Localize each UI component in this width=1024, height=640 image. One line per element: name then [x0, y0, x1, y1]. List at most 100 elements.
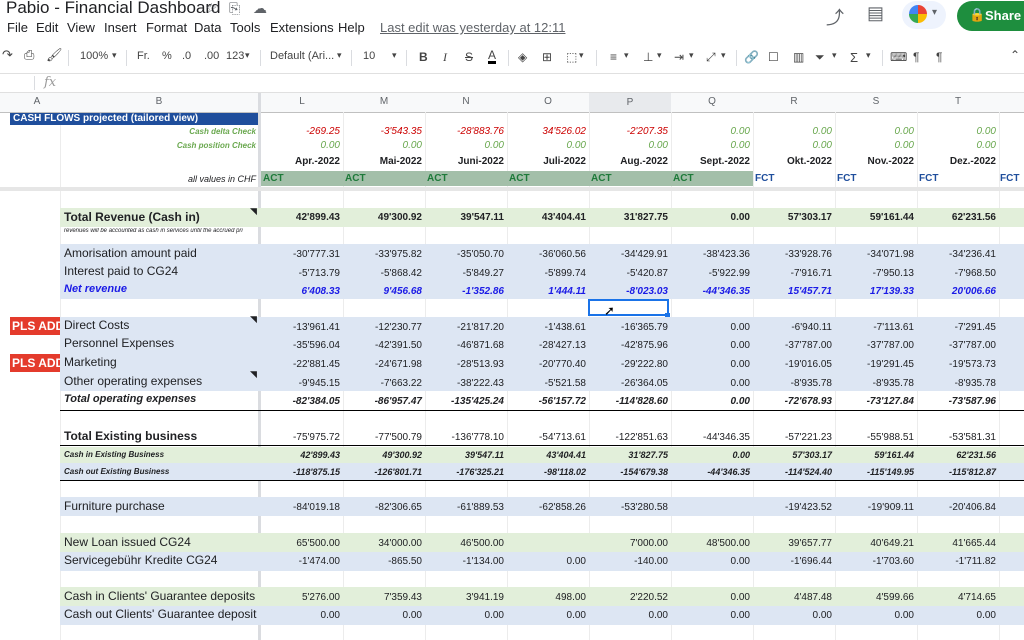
value-cell[interactable]: -24'671.98: [344, 359, 422, 370]
cash-delta-value[interactable]: 0.00: [672, 126, 750, 137]
cloud-status-icon[interactable]: ☁: [253, 0, 267, 17]
column-header-a[interactable]: A: [14, 96, 60, 107]
menu-data[interactable]: Data: [194, 20, 221, 35]
bold-button[interactable]: B: [419, 50, 428, 64]
vertical-align-icon[interactable]: ⊥: [643, 50, 653, 64]
value-cell[interactable]: -46'871.68: [426, 340, 504, 351]
value-cell[interactable]: 17'139.33: [836, 286, 914, 297]
freeze-row-divider[interactable]: [0, 187, 1024, 191]
value-cell[interactable]: -19'573.73: [918, 359, 996, 370]
font-select[interactable]: Default (Ari...: [270, 50, 334, 62]
cash-delta-value[interactable]: 0.00: [836, 126, 914, 137]
column-header-s[interactable]: S: [835, 96, 917, 107]
value-cell[interactable]: -26'364.05: [590, 378, 668, 389]
month-header[interactable]: Sept.-2022: [672, 156, 750, 167]
value-cell[interactable]: -28'513.93: [426, 359, 504, 370]
menu-insert[interactable]: Insert: [104, 20, 137, 35]
value-cell[interactable]: -12'230.77: [344, 322, 422, 333]
row-label[interactable]: Other operating expenses: [64, 374, 202, 388]
share-button[interactable]: 🔒 Share: [957, 1, 1024, 31]
text-rotation-icon[interactable]: ⤢: [706, 50, 716, 65]
value-cell[interactable]: -7'113.61: [836, 322, 914, 333]
value-cell[interactable]: 9'456.68: [344, 286, 422, 297]
cash-delta-value[interactable]: 34'526.02: [508, 126, 586, 137]
cash-position-value[interactable]: 0.00: [262, 140, 340, 151]
value-cell[interactable]: -5'868.42: [344, 268, 422, 279]
column-header-q[interactable]: Q: [671, 96, 753, 107]
cash-delta-value[interactable]: 0.00: [754, 126, 832, 137]
value-cell[interactable]: -9'945.15: [262, 378, 340, 389]
act-label[interactable]: ACT: [591, 173, 612, 184]
insert-comment-icon[interactable]: ☐: [768, 50, 779, 64]
text-color-button[interactable]: A: [488, 49, 497, 64]
table-row-total-existing[interactable]: Total Existing business -75'975.72 -77'5…: [60, 428, 1024, 446]
table-row-cash-in-existing[interactable]: Cash in Existing Business 42'899.43 49'3…: [60, 447, 1024, 463]
document-title[interactable]: Pabio - Financial Dashboard: [6, 0, 221, 18]
cash-position-value[interactable]: 0.00: [754, 140, 832, 151]
value-cell[interactable]: 1'444.11: [508, 286, 586, 297]
value-cell[interactable]: -22'881.45: [262, 359, 340, 370]
row-label[interactable]: Direct Costs: [64, 318, 129, 332]
value-cell[interactable]: -29'222.80: [590, 359, 668, 370]
month-header[interactable]: Dez.-2022: [918, 156, 996, 167]
table-row-total-opex[interactable]: Total operating expenses -82'384.05 -86'…: [60, 392, 1024, 410]
value-cell[interactable]: -20'770.40: [508, 359, 586, 370]
table-row-service-fee[interactable]: Servicegebühr Kredite CG24 -1'474.00 -86…: [60, 552, 1024, 571]
value-cell[interactable]: -7'968.50: [918, 268, 996, 279]
percent-format-button[interactable]: %: [162, 50, 172, 62]
row-label[interactable]: Interest paid to CG24: [64, 264, 178, 278]
cash-delta-value[interactable]: 0.00: [918, 126, 996, 137]
decrease-decimal-button[interactable]: .0: [182, 50, 191, 62]
value-cell[interactable]: -8'935.78: [754, 378, 832, 389]
value-cell[interactable]: -33'975.82: [344, 249, 422, 260]
filter-icon[interactable]: ⏷: [815, 50, 825, 65]
menu-tools[interactable]: Tools: [230, 20, 260, 35]
column-header-b[interactable]: B: [60, 96, 258, 107]
value-cell[interactable]: -5'521.58: [508, 378, 586, 389]
menu-file[interactable]: File: [7, 20, 28, 35]
value-cell[interactable]: -28'427.13: [508, 340, 586, 351]
row-label[interactable]: Amorisation amount paid: [64, 246, 197, 260]
month-header[interactable]: Juni-2022: [426, 156, 504, 167]
value-cell[interactable]: -1'352.86: [426, 286, 504, 297]
value-cell[interactable]: -35'596.04: [262, 340, 340, 351]
menu-extensions[interactable]: Extensions: [270, 20, 334, 35]
value-cell[interactable]: -5'899.74: [508, 268, 586, 279]
value-cell[interactable]: -6'940.11: [754, 322, 832, 333]
cash-position-value[interactable]: 0.00: [426, 140, 504, 151]
move-icon[interactable]: ⎘: [229, 0, 240, 17]
act-label[interactable]: ACT: [345, 173, 366, 184]
menu-format[interactable]: Format: [146, 20, 187, 35]
section-title-cell[interactable]: CASH FLOWS projected (tailored view): [10, 113, 258, 125]
insert-link-icon[interactable]: 🔗: [744, 50, 759, 64]
value-cell[interactable]: 0.00: [672, 322, 750, 333]
value-cell[interactable]: -33'928.76: [754, 249, 832, 260]
value-cell[interactable]: -7'950.13: [836, 268, 914, 279]
print-icon[interactable]: ⎙: [24, 47, 34, 63]
menu-view[interactable]: View: [67, 20, 95, 35]
italic-button[interactable]: I: [443, 50, 447, 65]
month-header[interactable]: Nov.-2022: [836, 156, 914, 167]
value-cell[interactable]: -37'787.00: [918, 340, 996, 351]
star-icon[interactable]: ☆: [205, 0, 218, 17]
value-cell[interactable]: -37'787.00: [754, 340, 832, 351]
value-cell[interactable]: -21'817.20: [426, 322, 504, 333]
row-label[interactable]: Net revenue: [64, 283, 127, 295]
value-cell[interactable]: -13'961.41: [262, 322, 340, 333]
cash-delta-value[interactable]: -3'543.35: [344, 126, 422, 137]
value-cell[interactable]: -36'060.56: [508, 249, 586, 260]
column-header-p[interactable]: P: [589, 93, 671, 112]
value-cell[interactable]: -5'922.99: [672, 268, 750, 279]
selected-cell[interactable]: [588, 299, 669, 316]
input-tools-icon[interactable]: ⌨: [890, 50, 907, 64]
cash-position-value[interactable]: 0.00: [344, 140, 422, 151]
act-label[interactable]: ACT: [673, 173, 694, 184]
pls-add-tag[interactable]: PLS ADD: [10, 317, 60, 335]
fct-label[interactable]: FCT: [1000, 173, 1019, 184]
value-cell[interactable]: -7'291.45: [918, 322, 996, 333]
table-row-total-revenue[interactable]: Total Revenue (Cash in) ◥ 42'899.43 49'3…: [60, 206, 1024, 227]
cash-position-value[interactable]: 0.00: [836, 140, 914, 151]
value-cell[interactable]: -1'438.61: [508, 322, 586, 333]
act-label[interactable]: ACT: [427, 173, 448, 184]
comments-icon[interactable]: ▤: [867, 3, 884, 24]
